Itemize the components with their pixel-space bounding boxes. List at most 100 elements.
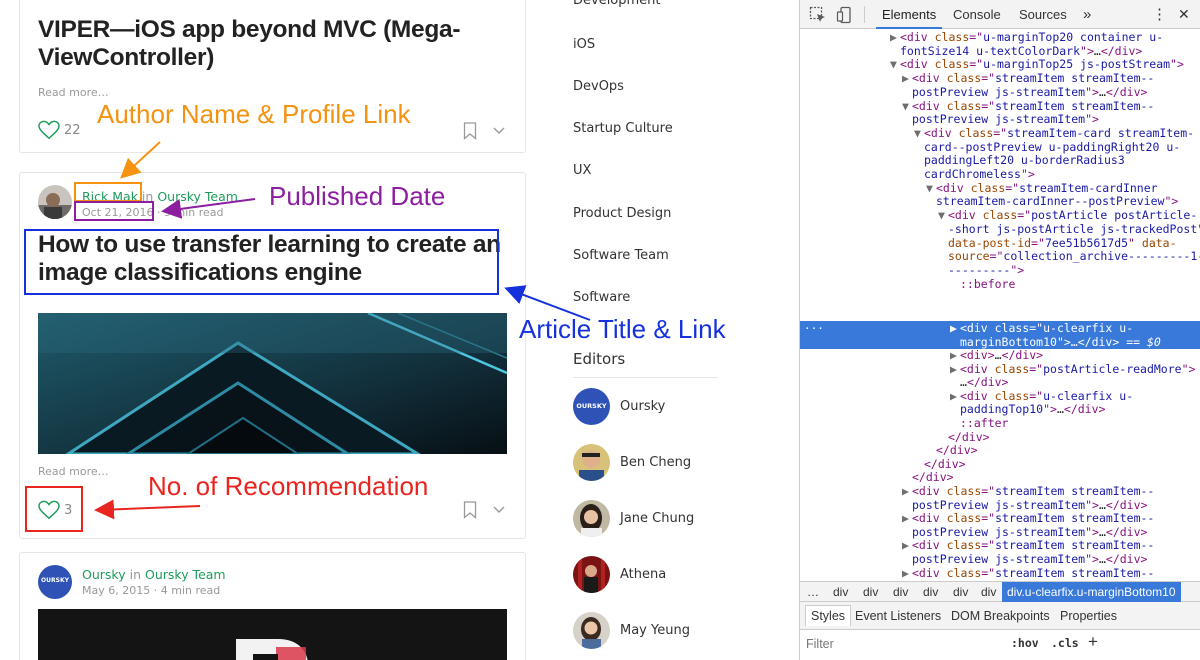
expand-toggle-icon[interactable]: ▶	[902, 539, 912, 553]
read-more-link[interactable]: Read more…	[38, 86, 109, 99]
breadcrumb-item[interactable]: …	[807, 585, 819, 599]
breadcrumb-item[interactable]: div	[893, 585, 908, 599]
expand-toggle-icon[interactable]: ▶	[950, 348, 960, 363]
tab-elements[interactable]: Elements	[876, 0, 943, 29]
dom-node-line[interactable]: ▼ <div class="postArticle postArticle-	[938, 208, 1197, 223]
dom-node-line[interactable]: source="collection_archive---------1---	[938, 249, 1200, 264]
dom-node-line[interactable]: fontSize14 u-textColorDark">…</div>	[890, 44, 1142, 59]
bookmark-icon[interactable]	[463, 122, 477, 140]
tab-sources[interactable]: Sources	[1013, 0, 1073, 29]
new-style-rule-icon[interactable]: +	[1088, 632, 1098, 652]
dom-node-line[interactable]: postPreview js-streamItem">	[902, 112, 1099, 127]
publication-link[interactable]: Oursky Team	[145, 567, 226, 582]
dom-node-line[interactable]: ▶ <div>…</div>	[950, 348, 1043, 363]
expand-toggle-icon[interactable]: ▶	[890, 30, 900, 45]
breadcrumb-item[interactable]: div	[923, 585, 938, 599]
dom-node-line[interactable]: paddingLeft20 u-borderRadius3	[914, 154, 1125, 168]
article-hero-image[interactable]	[38, 313, 507, 454]
read-more-link[interactable]: Read more…	[38, 465, 109, 478]
dom-node-line[interactable]: data-post-id="7ee51b5617d5" data-	[938, 236, 1177, 251]
dom-node-line[interactable]: </div>	[902, 471, 954, 485]
editor-item-oursky[interactable]: OURSKY Oursky	[573, 388, 773, 428]
dom-node-line[interactable]: ▶ <div class="postArticle-readMore">	[950, 362, 1195, 377]
dom-node-line[interactable]: postPreview js-streamItem">…</div>	[902, 85, 1147, 100]
author-name-link[interactable]: Oursky	[82, 567, 126, 582]
dom-node-line[interactable]: ▶ <div class="streamItem streamItem--	[902, 511, 1154, 526]
expand-toggle-icon[interactable]: ▼	[938, 209, 948, 223]
devtools-menu-icon[interactable]: ⋮	[1146, 0, 1173, 29]
expand-toggle-icon[interactable]: ▼	[890, 58, 900, 72]
topic-link[interactable]: Startup Culture	[573, 121, 673, 136]
dom-node-line[interactable]: postPreview js-streamItem">…</div>	[902, 552, 1147, 567]
tab-properties[interactable]: Properties	[1060, 609, 1117, 623]
tab-console[interactable]: Console	[947, 0, 1007, 29]
dom-node-line[interactable]: ▶ <div class="u-clearfix u-	[950, 321, 1133, 336]
dom-node-line[interactable]: ▼ <div class="streamItem streamItem--	[902, 99, 1154, 114]
article-hero-image[interactable]	[38, 609, 507, 660]
topic-link[interactable]: Software Team	[573, 248, 669, 263]
dom-node-line[interactable]: ▶ <div class="u-marginTop20 container u-	[890, 30, 1163, 45]
dom-node-line[interactable]: </div>	[914, 457, 966, 472]
dom-node-line[interactable]: ▶ <div class="u-clearfix u-	[950, 389, 1133, 404]
dom-node-line[interactable]: cardChromeless">	[914, 167, 1035, 182]
dom-node-line[interactable]: ▼ <div class="streamItem-card streamItem-	[914, 126, 1194, 141]
dom-node-line[interactable]: postPreview js-streamItem">…</div>	[902, 525, 1147, 540]
expand-toggle-icon[interactable]: ▼	[902, 99, 912, 114]
hover-state-toggle[interactable]: :hov	[1011, 636, 1039, 650]
dom-node-line[interactable]: marginBottom10">…</div> == $0	[950, 335, 1161, 350]
class-toggle[interactable]: .cls	[1051, 636, 1079, 650]
breadcrumb-item[interactable]: div	[981, 585, 996, 599]
dom-node-line[interactable]: </div>	[926, 443, 978, 458]
tab-dom-breakpoints[interactable]: DOM Breakpoints	[951, 609, 1050, 623]
dom-node-line[interactable]: ▼ <div class="u-marginTop25 js-postStream…	[890, 58, 1184, 72]
author-avatar[interactable]	[38, 185, 72, 219]
heart-icon[interactable]	[38, 120, 60, 140]
breadcrumb-item[interactable]: div	[833, 585, 848, 599]
topic-link[interactable]: DevOps	[573, 79, 624, 94]
more-tabs-icon[interactable]: »	[1077, 0, 1097, 29]
dom-node-line[interactable]: card--postPreview u-paddingRight20 u-	[914, 140, 1180, 155]
breadcrumb-item[interactable]: div	[953, 585, 968, 599]
topic-link[interactable]: Product Design	[573, 206, 671, 221]
dom-node-line[interactable]: paddingTop10">…</div>	[950, 403, 1105, 417]
node-actions-icon[interactable]: ···	[804, 322, 824, 336]
device-toolbar-icon[interactable]	[836, 6, 854, 24]
expand-toggle-icon[interactable]: ▶	[950, 389, 960, 404]
inspect-element-icon[interactable]	[809, 6, 827, 24]
tab-styles[interactable]: Styles	[805, 605, 852, 626]
topic-link[interactable]: Software	[573, 290, 630, 305]
expand-toggle-icon[interactable]: ▶	[950, 321, 960, 336]
dom-node-line[interactable]: streamItem-cardInner--postPreview">	[926, 195, 1178, 209]
close-icon[interactable]: ✕	[1172, 0, 1196, 29]
dom-node-line[interactable]: ▶ <div class="streamItem streamItem--	[902, 566, 1154, 581]
expand-toggle-icon[interactable]: ▶	[902, 566, 912, 581]
dom-node-line[interactable]: ▼ <div class="streamItem-cardInner	[926, 181, 1158, 196]
dom-node-line[interactable]: ▶ <div class="streamItem streamItem--	[902, 71, 1154, 86]
expand-toggle-icon[interactable]: ▶	[902, 484, 912, 499]
dom-node-line[interactable]: ::after	[950, 416, 1008, 431]
topic-link[interactable]: UX	[573, 163, 591, 178]
topic-link[interactable]: Development	[573, 0, 661, 8]
dom-node-line[interactable]: …</div>	[950, 375, 1008, 390]
filter-input[interactable]: Filter	[806, 637, 834, 651]
selected-dom-node[interactable]: ▶ <div class="u-clearfix u-marginBottom10…	[800, 321, 1200, 349]
bookmark-icon[interactable]	[463, 501, 477, 519]
author-avatar[interactable]: OURSKY	[38, 565, 72, 599]
editor-item-may-yeung[interactable]: May Yeung	[573, 612, 773, 652]
expand-toggle-icon[interactable]: ▶	[902, 72, 912, 86]
topic-link[interactable]: iOS	[573, 37, 595, 52]
published-date[interactable]: May 6, 2015	[82, 584, 150, 597]
dom-node-line[interactable]: postPreview js-streamItem">…</div>	[902, 498, 1147, 513]
breadcrumb-active[interactable]: div.u-clearfix.u-marginBottom10	[1002, 582, 1181, 602]
editor-item-athena[interactable]: Athena	[573, 556, 773, 596]
publication-link[interactable]: Oursky Team	[157, 189, 238, 204]
editor-item-jane-chung[interactable]: Jane Chung	[573, 500, 773, 540]
dom-node-line[interactable]: </div>	[938, 430, 990, 445]
expand-toggle-icon[interactable]: ▼	[926, 181, 936, 196]
dom-node-line[interactable]: ::before	[950, 277, 1015, 292]
expand-toggle-icon[interactable]: ▶	[902, 512, 912, 526]
chevron-down-icon[interactable]	[492, 126, 506, 136]
expand-toggle-icon[interactable]: ▼	[914, 126, 924, 141]
editor-item-ben-cheng[interactable]: Ben Cheng	[573, 444, 773, 484]
dom-node-line[interactable]: ---------">	[938, 263, 1024, 278]
